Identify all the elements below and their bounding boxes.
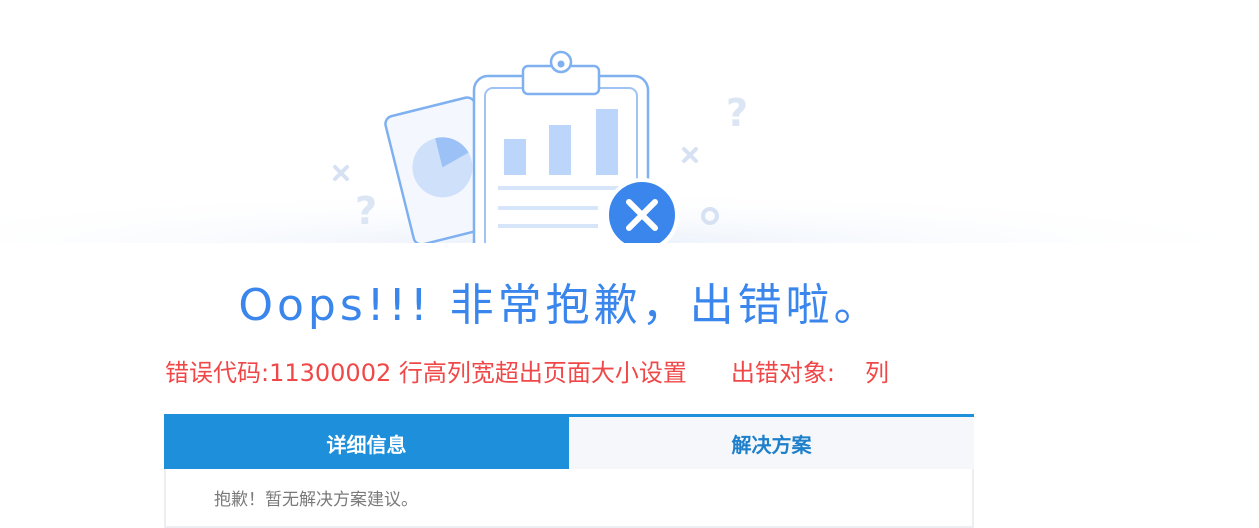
tab-bar: 详细信息 解决方案 (164, 417, 974, 469)
error-illustration: ? ? (0, 50, 1259, 245)
tab-details[interactable]: 详细信息 (164, 417, 569, 469)
panel-content: 抱歉！暂无解决方案建议。 (164, 469, 974, 528)
question-mark-icon: ? (355, 189, 377, 233)
page-title: Oops!!! 非常抱歉，出错啦。 (238, 280, 882, 331)
error-target-label: 出错对象: (730, 359, 835, 387)
error-message: 错误代码:11300002 行高列宽超出页面大小设置 出错对象: 列 (165, 356, 889, 390)
question-mark-icon: ? (726, 91, 748, 135)
error-target-value: 列 (864, 359, 889, 387)
error-code-label: 错误代码:11300002 行高列宽超出页面大小设置 (165, 359, 687, 387)
info-panel: 详细信息 解决方案 抱歉！暂无解决方案建议。 (164, 414, 974, 528)
close-icon (605, 178, 679, 245)
error-page: ? ? Oops!!! 非常抱歉，出错啦。 错误代码:11300002 行高列宽… (0, 0, 1259, 528)
tab-solution[interactable]: 解决方案 (569, 417, 974, 469)
